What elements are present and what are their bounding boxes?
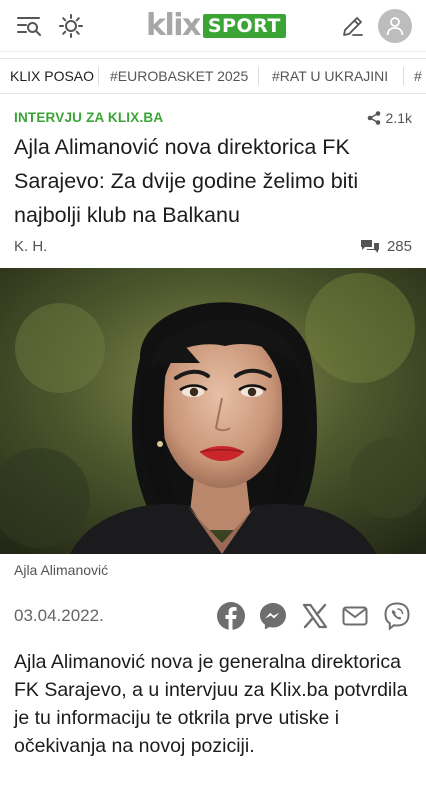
- viber-icon[interactable]: [380, 599, 414, 633]
- sun-icon[interactable]: [55, 10, 87, 42]
- article-date: 03.04.2022.: [14, 606, 104, 625]
- share-buttons: [214, 599, 414, 633]
- photo-caption: Ajla Alimanović: [14, 562, 109, 578]
- top-header: klix SPORT: [0, 0, 426, 52]
- comments-count[interactable]: 285: [360, 238, 412, 255]
- comments-count-value: 285: [386, 238, 412, 255]
- article-photo[interactable]: [0, 268, 426, 554]
- logo-klix-text: klix: [146, 8, 201, 43]
- user-avatar[interactable]: [378, 9, 412, 43]
- logo-sport-badge: SPORT: [202, 14, 286, 38]
- tag-klix-posao[interactable]: KLIX POSAO: [10, 59, 94, 93]
- email-icon[interactable]: [338, 599, 372, 633]
- klix-sport-logo[interactable]: klix SPORT: [146, 10, 286, 42]
- tag-divider: [403, 67, 404, 85]
- tag-rat-u-ukrajini[interactable]: #RAT U UKRAJINI: [272, 59, 388, 93]
- comments-icon: [360, 239, 379, 253]
- x-icon[interactable]: [298, 599, 332, 633]
- article-kicker[interactable]: INTERVJU ZA KLIX.BA: [14, 110, 163, 125]
- tag-next[interactable]: #: [414, 59, 422, 93]
- share-count[interactable]: 2.1k: [367, 110, 412, 126]
- article-author: K. H.: [14, 238, 48, 255]
- tag-navigation: KLIX POSAO #EUROBASKET 2025 #RAT U UKRAJ…: [0, 58, 426, 94]
- menu-search-icon[interactable]: [14, 10, 46, 42]
- share-icon: [367, 111, 380, 125]
- article-lead: Ajla Alimanović nova je generalna direkt…: [14, 651, 408, 757]
- edit-icon[interactable]: [337, 10, 369, 42]
- tag-divider: [258, 67, 259, 85]
- user-icon: [386, 17, 404, 36]
- facebook-icon[interactable]: [214, 599, 248, 633]
- tag-divider: [98, 67, 99, 85]
- tag-eurobasket[interactable]: #EUROBASKET 2025: [110, 59, 248, 93]
- article-title: Ajla Alimanović nova direktorica FK Sara…: [14, 135, 359, 227]
- messenger-icon[interactable]: [256, 599, 290, 633]
- share-count-value: 2.1k: [385, 110, 412, 126]
